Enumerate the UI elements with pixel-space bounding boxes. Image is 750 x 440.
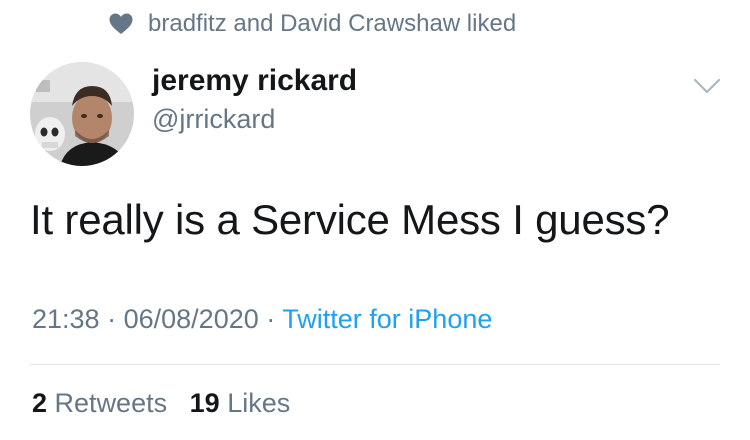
retweets-count: 2 <box>32 388 48 418</box>
author-handle[interactable]: @jrrickard <box>152 104 275 135</box>
meta-separator: · <box>107 304 117 334</box>
tweet-date: 06/08/2020 <box>123 304 259 334</box>
likes-label: Likes <box>227 388 291 418</box>
meta-separator: · <box>266 304 276 334</box>
social-context-text: bradfitz and David Crawshaw liked <box>148 10 517 37</box>
tweet-time: 21:38 <box>32 304 100 334</box>
tweet-text: It really is a Service Mess I guess? <box>30 196 670 243</box>
divider <box>30 364 720 365</box>
avatar[interactable] <box>30 62 134 166</box>
chevron-down-icon[interactable] <box>690 72 724 100</box>
heart-icon <box>108 12 134 36</box>
tweet-stats: 2 Retweets 19 Likes <box>32 388 290 419</box>
tweet-source-link[interactable]: Twitter for iPhone <box>282 304 492 334</box>
retweets-label: Retweets <box>54 388 168 418</box>
tweet-metadata: 21:38 · 06/08/2020 · Twitter for iPhone <box>32 304 492 335</box>
author-display-name[interactable]: jeremy rickard <box>152 64 357 98</box>
retweets-stat[interactable]: 2 Retweets <box>32 388 175 418</box>
social-context[interactable]: bradfitz and David Crawshaw liked <box>108 10 516 38</box>
likes-count: 19 <box>189 388 220 418</box>
likes-stat[interactable]: 19 Likes <box>190 388 291 418</box>
